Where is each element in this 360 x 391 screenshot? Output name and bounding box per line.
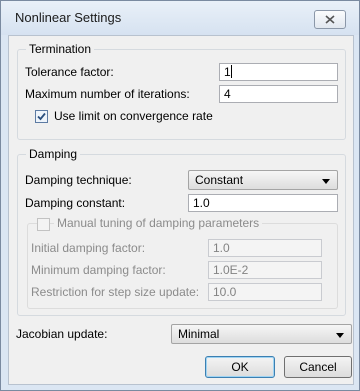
manual-tuning-group: Manual tuning of damping parameters Init… <box>27 216 338 309</box>
termination-group-label: Termination <box>26 42 95 56</box>
restriction-step-label: Restriction for step size update: <box>31 285 200 299</box>
close-icon <box>325 15 335 24</box>
dialog-title: Nonlinear Settings <box>15 10 122 25</box>
minimum-damping-label: Minimum damping factor: <box>31 263 166 277</box>
termination-group: Termination Tolerance factor: 1 Maximum … <box>17 42 346 140</box>
damping-group-label: Damping <box>26 147 81 161</box>
close-button[interactable] <box>314 10 346 29</box>
damping-group: Damping Damping technique: Constant Damp… <box>17 147 346 316</box>
damping-technique-label: Damping technique: <box>25 173 132 187</box>
damping-constant-input[interactable]: 1.0 <box>188 194 338 212</box>
tolerance-label: Tolerance factor: <box>25 65 114 79</box>
chevron-down-icon <box>322 179 330 184</box>
damping-technique-select[interactable]: Constant <box>188 170 338 190</box>
ok-button[interactable]: OK <box>205 356 275 378</box>
cancel-button[interactable]: Cancel <box>284 356 352 378</box>
manual-tuning-label: Manual tuning of damping parameters <box>54 216 263 230</box>
damping-constant-label: Damping constant: <box>25 196 126 210</box>
jacobian-update-select[interactable]: Minimal <box>171 324 352 344</box>
nonlinear-settings-dialog: Nonlinear Settings Termination Tolerance… <box>0 0 360 391</box>
manual-tuning-checkbox[interactable] <box>37 218 50 231</box>
tolerance-input[interactable]: 1 <box>219 63 338 81</box>
initial-damping-input[interactable]: 1.0 <box>208 239 322 257</box>
title-bar[interactable]: Nonlinear Settings <box>1 1 359 35</box>
use-limit-checkbox[interactable] <box>35 110 48 123</box>
max-iterations-input[interactable]: 4 <box>219 85 338 103</box>
use-limit-label: Use limit on convergence rate <box>54 109 213 123</box>
restriction-step-input[interactable]: 10.0 <box>208 283 322 301</box>
dialog-content: Termination Tolerance factor: 1 Maximum … <box>8 35 354 385</box>
chevron-down-icon <box>336 333 344 338</box>
jacobian-update-label: Jacobian update: <box>16 327 108 341</box>
initial-damping-label: Initial damping factor: <box>31 241 146 255</box>
checkmark-icon <box>37 112 46 121</box>
minimum-damping-input[interactable]: 1.0E-2 <box>208 261 322 279</box>
max-iterations-label: Maximum number of iterations: <box>25 87 190 101</box>
